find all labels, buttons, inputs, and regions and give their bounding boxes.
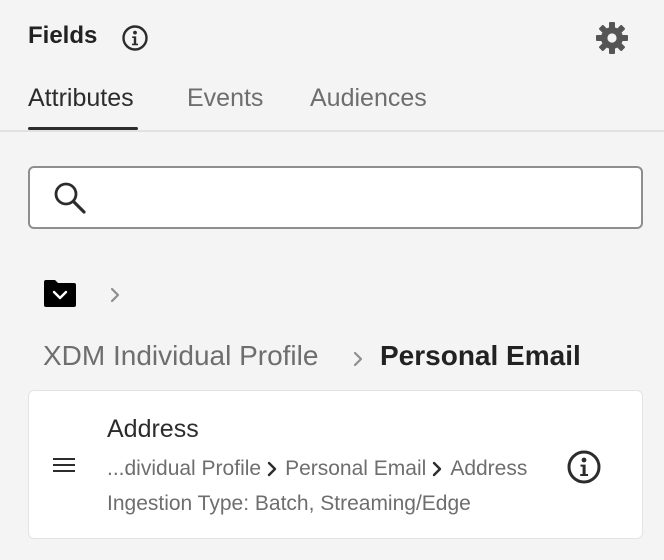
tab-bar: Attributes Events Audiences bbox=[0, 76, 664, 132]
active-tab-indicator bbox=[28, 127, 138, 130]
breadcrumb-parent[interactable]: XDM Individual Profile bbox=[43, 340, 318, 372]
chevron-right-icon bbox=[267, 461, 277, 477]
tab-audiences[interactable]: Audiences bbox=[310, 84, 427, 113]
breadcrumb-current: Personal Email bbox=[380, 340, 581, 371]
drag-handle-icon[interactable] bbox=[53, 457, 75, 473]
chevron-right-icon bbox=[353, 351, 363, 367]
folder-icon[interactable] bbox=[43, 278, 77, 308]
chevron-right-icon bbox=[110, 287, 120, 303]
tab-attributes[interactable]: Attributes bbox=[28, 84, 134, 113]
field-title: Address bbox=[107, 415, 199, 443]
field-path-segment: Address bbox=[450, 457, 528, 480]
search-icon bbox=[54, 182, 86, 214]
info-icon[interactable] bbox=[566, 449, 602, 485]
search-box[interactable] bbox=[28, 166, 643, 229]
field-card[interactable]: Address ...dividual Profile Personal Ema… bbox=[28, 390, 643, 539]
info-icon[interactable] bbox=[121, 24, 149, 52]
panel-header: Fields bbox=[0, 0, 664, 76]
tab-events[interactable]: Events bbox=[187, 84, 263, 113]
field-path-segment: Personal Email bbox=[285, 457, 427, 480]
field-path: ...dividual Profile Personal Email Addre… bbox=[107, 457, 527, 481]
chevron-right-icon bbox=[433, 461, 442, 477]
ingestion-type: Ingestion Type: Batch, Streaming/Edge bbox=[107, 492, 471, 515]
search-input[interactable] bbox=[102, 174, 626, 222]
panel-title: Fields bbox=[28, 22, 98, 49]
gear-icon[interactable] bbox=[594, 20, 630, 56]
field-path-segment: ...dividual Profile bbox=[107, 457, 262, 480]
